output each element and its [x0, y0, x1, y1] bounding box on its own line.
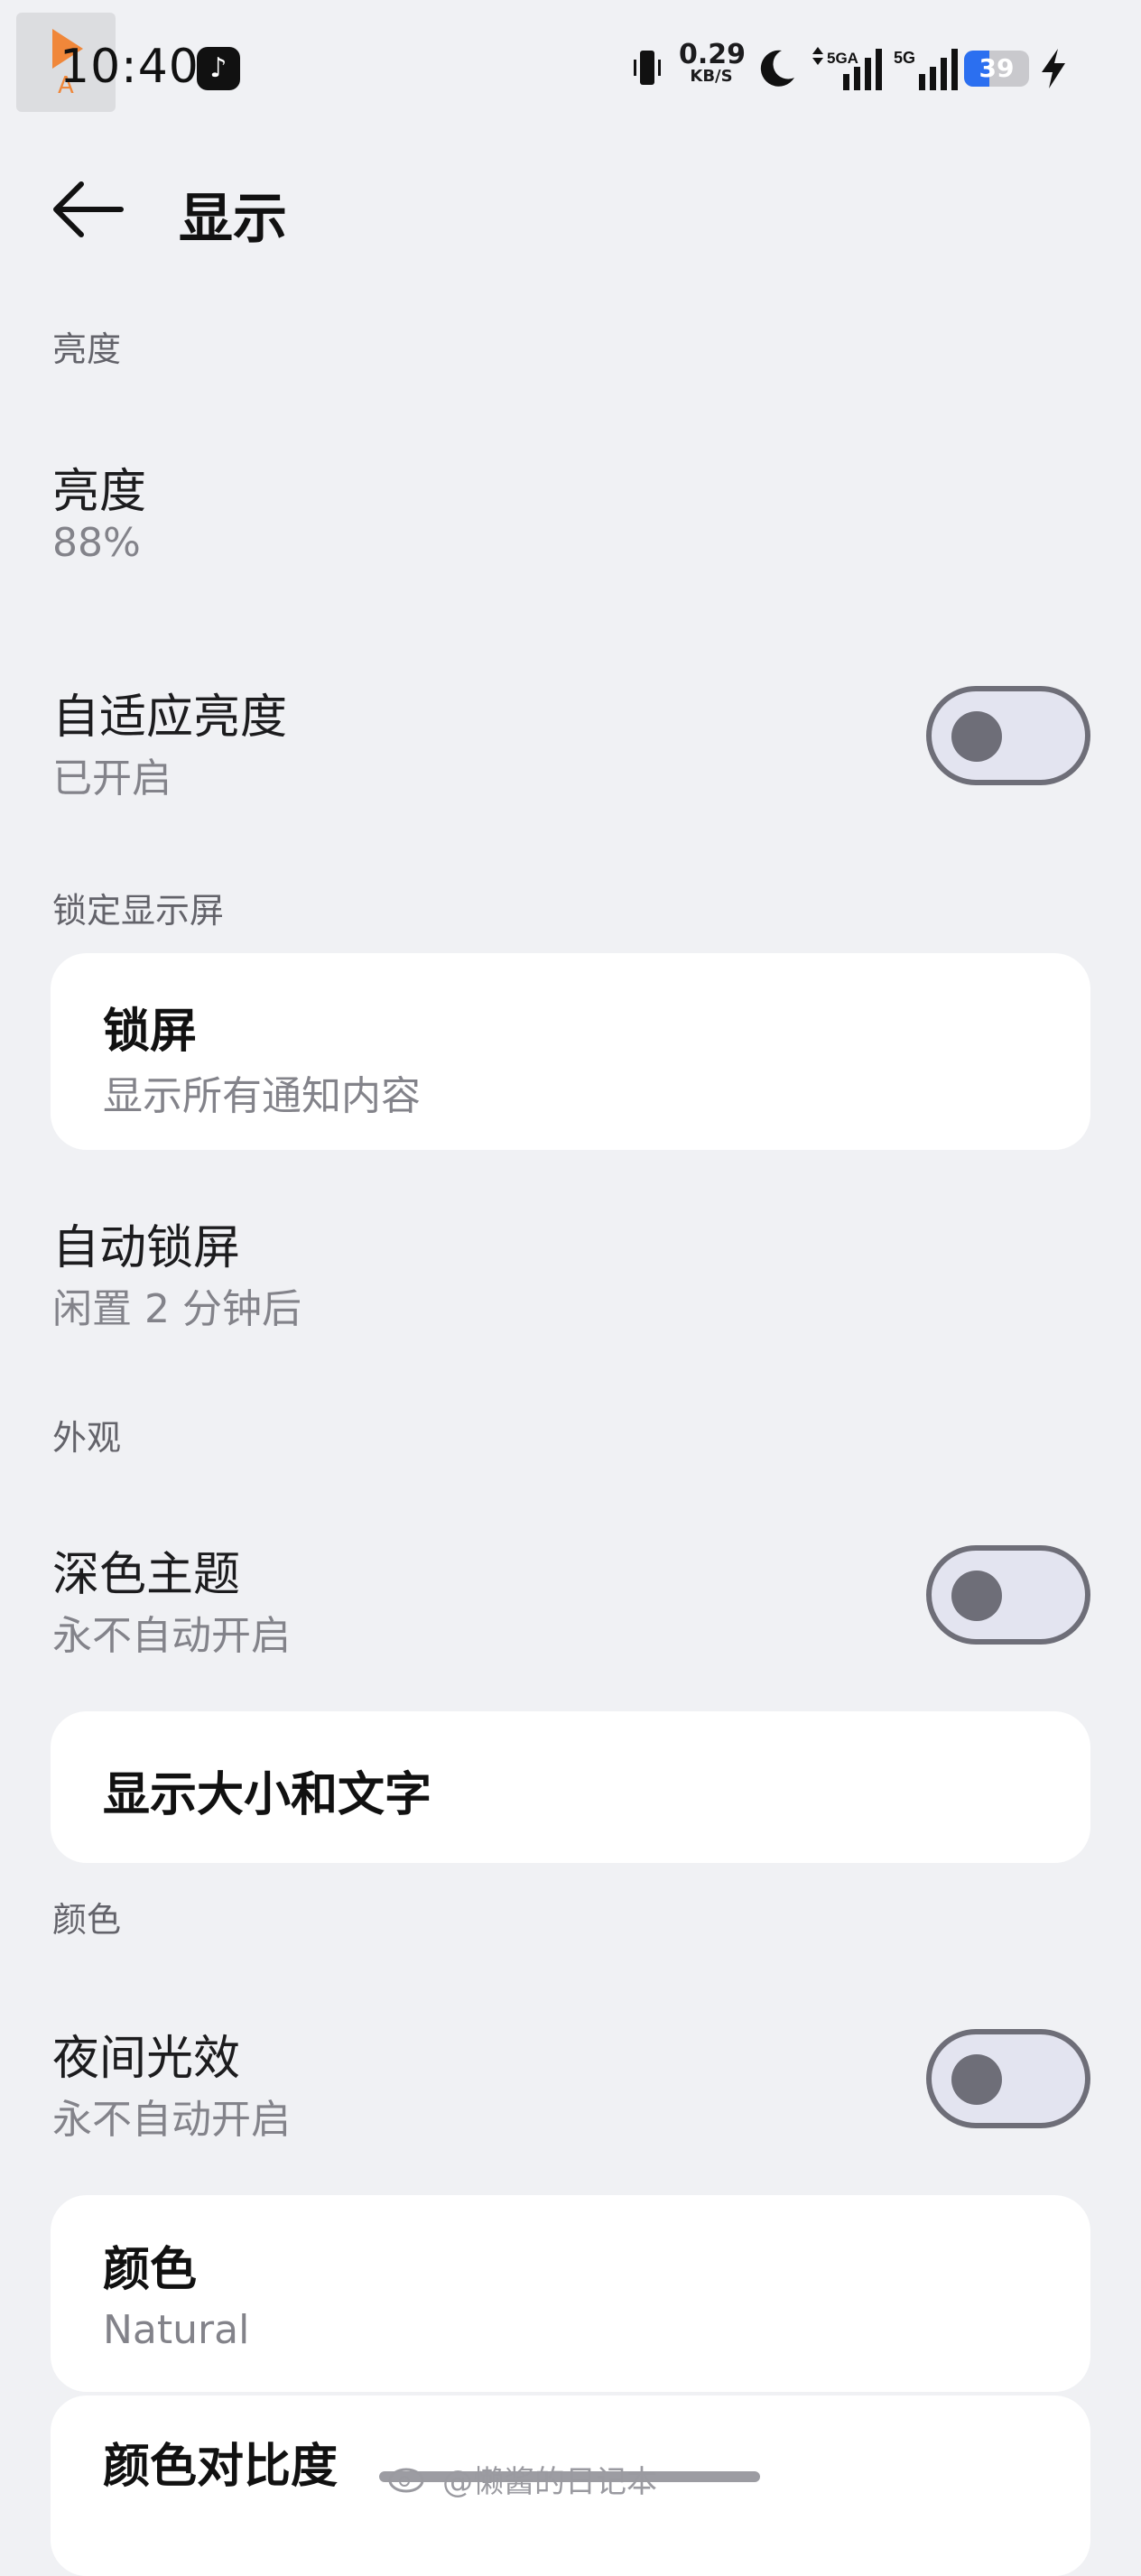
toggle-knob — [951, 711, 1002, 762]
color-contrast-title: 颜色对比度 — [103, 2440, 339, 2494]
section-header-lock-screen: 锁定显示屏 — [52, 891, 225, 931]
battery-icon: 39 — [964, 51, 1029, 87]
display-size-card[interactable]: 显示大小和文字 — [51, 1711, 1090, 1863]
adaptive-brightness-value: 已开启 — [52, 755, 172, 802]
net-speed-value: 0.29 — [679, 39, 747, 70]
signal-icon: 5G — [894, 49, 958, 90]
dark-theme-toggle[interactable] — [926, 1545, 1090, 1645]
lock-screen-card[interactable]: 锁屏 显示所有通知内容 — [51, 953, 1090, 1150]
adaptive-brightness-title: 自适应亮度 — [52, 690, 288, 745]
night-light-title: 夜间光效 — [52, 2032, 241, 2086]
dark-theme-value: 永不自动开启 — [52, 1613, 291, 1659]
auto-lock-item[interactable]: 自动锁屏 闲置 2 分钟后 — [0, 1200, 1141, 1345]
lock-screen-title: 锁屏 — [103, 1005, 198, 1059]
lock-screen-value: 显示所有通知内容 — [103, 1073, 421, 1119]
status-time: 10:40 — [60, 40, 199, 94]
page-title: 显示 — [179, 188, 287, 251]
moon-icon — [760, 50, 794, 87]
brightness-item[interactable]: 亮度 88% — [0, 433, 1141, 578]
colors-card[interactable]: 颜色 Natural — [51, 2195, 1090, 2392]
charging-icon — [1042, 49, 1065, 88]
back-button[interactable] — [51, 177, 126, 242]
colors-value: Natural — [103, 2307, 250, 2353]
signal-icon: 5GA — [812, 47, 882, 90]
auto-lock-value: 闲置 2 分钟后 — [52, 1286, 301, 1332]
dark-theme-title: 深色主题 — [52, 1548, 241, 1602]
sig1-label: 5GA — [827, 50, 858, 67]
network-speed: 0.29 KB/S — [679, 39, 747, 86]
status-bar: A 10:40 ♪ 0.29 KB/S 5GA 5G 39 — [0, 0, 1141, 135]
toggle-knob — [951, 1571, 1002, 1621]
section-header-color: 颜色 — [52, 1900, 122, 1940]
vibrate-icon — [634, 51, 661, 85]
section-header-brightness: 亮度 — [52, 329, 122, 369]
watermark: @懒酱的日记本 — [442, 2464, 657, 2500]
net-speed-unit: KB/S — [690, 67, 733, 86]
weibo-icon — [388, 2468, 424, 2493]
night-light-toggle[interactable] — [926, 2029, 1090, 2128]
arrow-left-icon — [53, 181, 124, 237]
colors-title: 颜色 — [103, 2243, 198, 2297]
battery-level: 39 — [979, 53, 1015, 83]
brightness-value: 88% — [52, 520, 141, 566]
toggle-knob — [951, 2054, 1002, 2105]
adaptive-brightness-toggle[interactable] — [926, 686, 1090, 785]
sig2-label: 5G — [894, 49, 915, 67]
display-size-title: 显示大小和文字 — [103, 1768, 432, 1822]
brightness-title: 亮度 — [52, 465, 147, 519]
auto-lock-title: 自动锁屏 — [52, 1221, 241, 1275]
tiktok-icon: ♪ — [197, 47, 240, 90]
section-header-appearance: 外观 — [52, 1418, 122, 1458]
night-light-value: 永不自动开启 — [52, 2097, 291, 2143]
